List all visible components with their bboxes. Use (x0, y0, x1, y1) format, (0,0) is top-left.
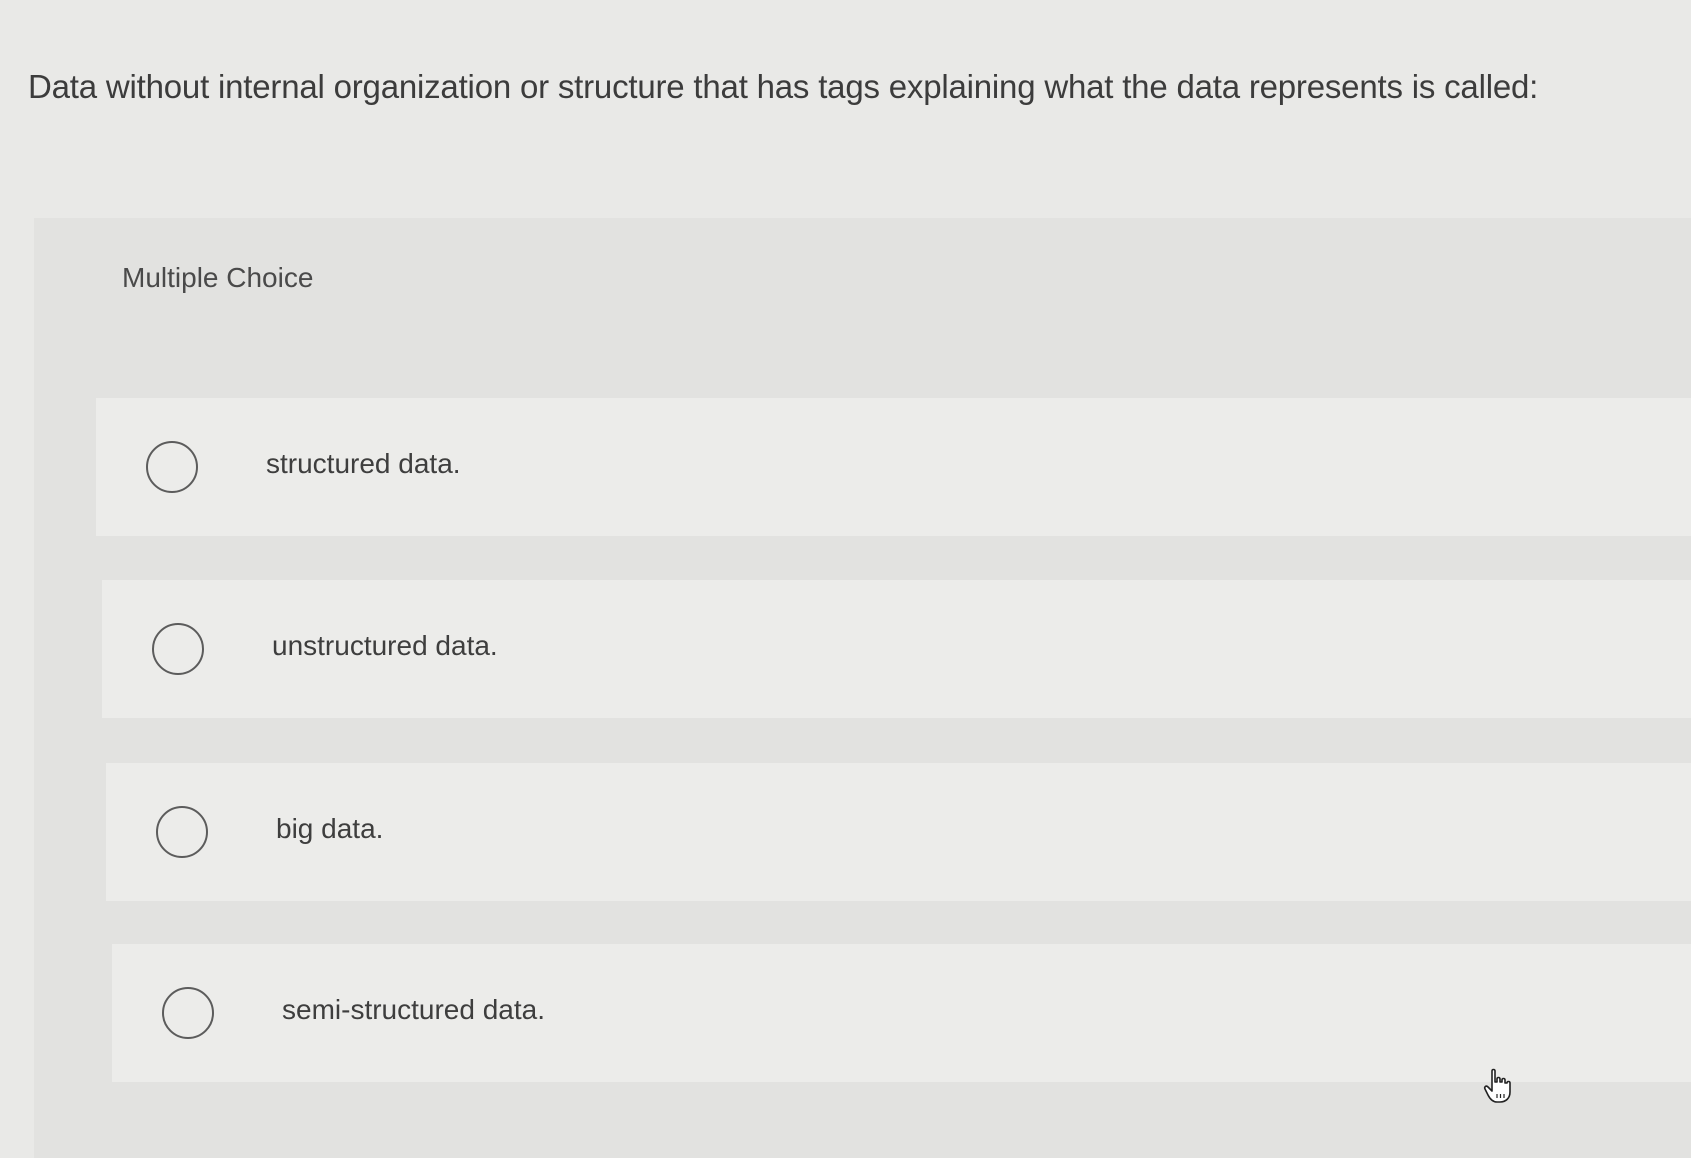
radio-unselected-icon[interactable] (146, 441, 198, 493)
question-text: Data without internal organization or st… (28, 68, 1539, 105)
multiple-choice-panel: Multiple Choice structured data. unstruc… (34, 218, 1691, 1158)
option-unstructured-data[interactable]: unstructured data. (102, 580, 1691, 718)
radio-unselected-icon[interactable] (156, 806, 208, 858)
option-big-data[interactable]: big data. (106, 763, 1691, 901)
multiple-choice-label: Multiple Choice (122, 262, 314, 293)
radio-unselected-icon[interactable] (162, 987, 214, 1039)
option-semi-structured-data[interactable]: semi-structured data. (112, 944, 1691, 1082)
option-structured-data[interactable]: structured data. (96, 398, 1691, 536)
option-label: semi-structured data. (282, 994, 545, 1025)
hand-pointer-icon (1483, 1068, 1511, 1103)
option-label: structured data. (266, 448, 461, 479)
option-label: big data. (276, 813, 384, 844)
radio-unselected-icon[interactable] (152, 623, 204, 675)
option-label: unstructured data. (272, 630, 498, 661)
